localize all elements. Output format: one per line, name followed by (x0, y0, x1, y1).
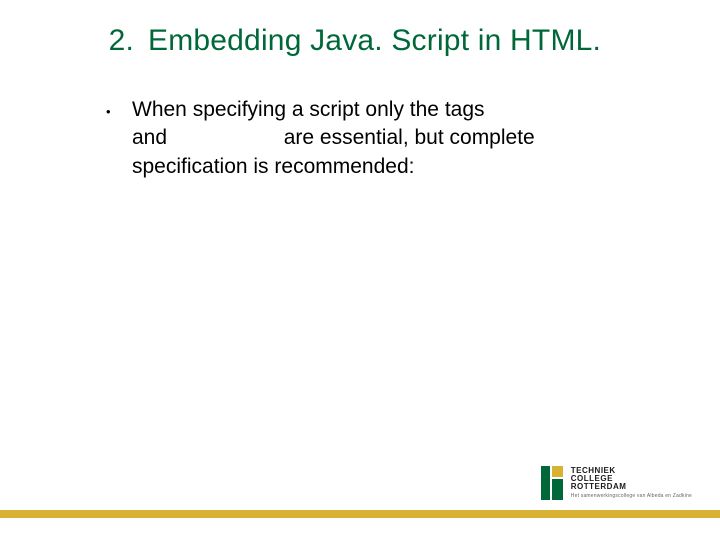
bullet-marker: • (106, 104, 111, 119)
body-line-2a: and (132, 126, 167, 149)
heading-title: Embedding Java. Script in HTML. (148, 24, 601, 57)
slide-heading: 2. Embedding Java. Script in HTML. (96, 24, 601, 58)
body-text: When specifying a script only the tags a… (132, 96, 602, 181)
institution-logo: TECHNIEK COLLEGE ROTTERDAM Het samenwerk… (541, 466, 692, 500)
footer-accent-bar (0, 510, 720, 518)
heading-number: 2. (96, 24, 134, 58)
body-line-2b: are essential, but complete (284, 126, 535, 149)
body-line-3: specification is recommended: (132, 153, 602, 181)
body-line-1: When specifying a script only the tags (132, 96, 602, 124)
logo-subtitle: Het samenwerkingscollege van Albeda en Z… (571, 494, 692, 499)
logo-text: TECHNIEK COLLEGE ROTTERDAM Het samenwerk… (571, 467, 692, 499)
body-line-2: and are essential, but complete (132, 124, 602, 152)
logo-mark (541, 466, 563, 500)
logo-line-3: ROTTERDAM (571, 483, 692, 491)
